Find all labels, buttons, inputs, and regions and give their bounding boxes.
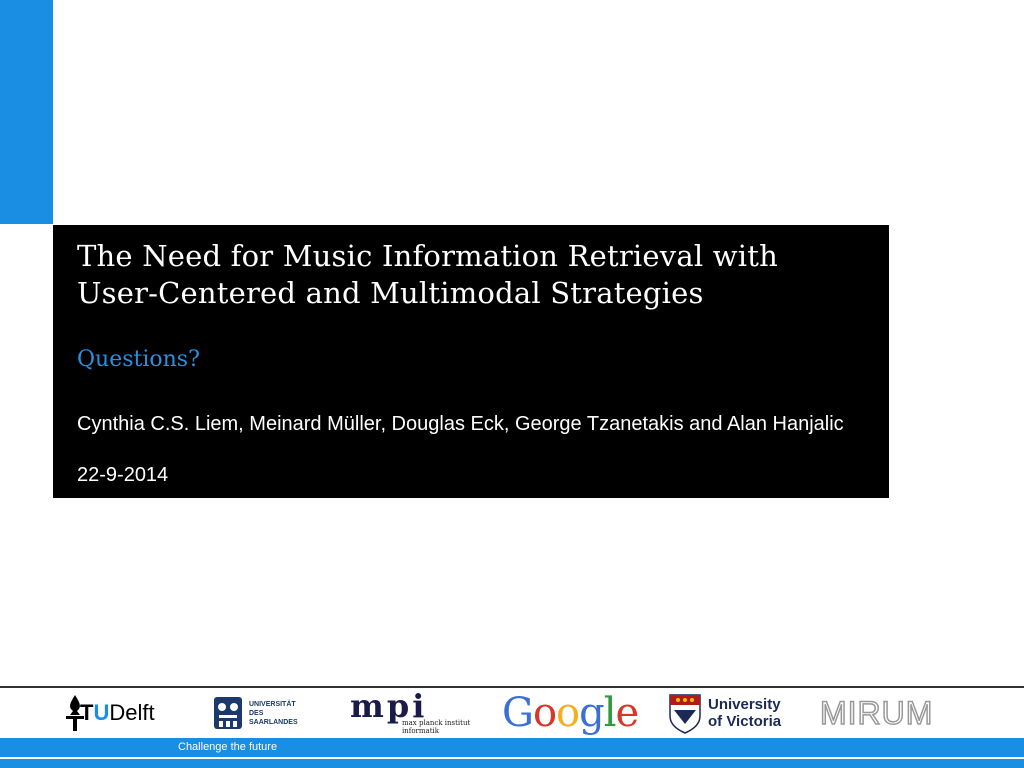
uvic-wordmark: University of Victoria bbox=[708, 696, 781, 730]
saarland-wordmark: UNIVERSITÄT DES SAARLANDES bbox=[249, 700, 298, 727]
saarland-line-3: SAARLANDES bbox=[249, 718, 298, 726]
google-letter-o1: o bbox=[532, 690, 557, 736]
tudelft-wordmark: TUDelft bbox=[80, 700, 155, 726]
saarland-line-1: UNIVERSITÄT bbox=[249, 700, 296, 708]
uvic-line-1: University bbox=[708, 696, 781, 713]
google-letter-g2: g bbox=[579, 690, 605, 736]
uvic-line-2: of Victoria bbox=[708, 713, 782, 730]
tudelft-rest: Delft bbox=[109, 700, 155, 725]
mpi-mark: mpi max planck institut informatik bbox=[350, 687, 474, 735]
accent-bar bbox=[0, 0, 53, 224]
tudelft-logo: TUDelft bbox=[64, 690, 155, 736]
google-wordmark: Google bbox=[502, 690, 640, 736]
uvic-crest-icon bbox=[669, 694, 701, 734]
mirum-wordmark: MIRUM bbox=[819, 694, 934, 732]
saarland-seal-icon bbox=[214, 697, 242, 729]
title-line-1: The Need for Music Information Retrieval… bbox=[77, 239, 778, 273]
title-box: The Need for Music Information Retrieval… bbox=[53, 225, 889, 498]
tudelft-u: U bbox=[93, 700, 110, 725]
google-logo: Google bbox=[502, 688, 640, 738]
mirum-logo: MIRUM bbox=[819, 690, 934, 736]
date: 22-9-2014 bbox=[77, 464, 169, 486]
authors: Cynthia C.S. Liem, Meinard Müller, Dougl… bbox=[77, 413, 844, 435]
mpi-line-2: informatik bbox=[402, 727, 440, 735]
mpi-wordmark: max planck institut informatik bbox=[402, 719, 470, 735]
saarland-logo: UNIVERSITÄT DES SAARLANDES bbox=[212, 690, 298, 736]
footer-tagline: Challenge the future bbox=[178, 741, 278, 753]
google-letter-l: l bbox=[603, 690, 617, 736]
google-letter-g: G bbox=[502, 690, 534, 736]
footer-bar bbox=[0, 738, 1024, 768]
mpi-logo: mpi max planck institut informatik bbox=[350, 690, 474, 736]
footer-stripe bbox=[0, 757, 1024, 759]
mpi-line-1: max planck institut bbox=[402, 719, 471, 727]
slide-title: The Need for Music Information Retrieval… bbox=[77, 238, 865, 312]
google-letter-e: e bbox=[615, 690, 640, 736]
tudelft-t: T bbox=[80, 700, 94, 725]
saarland-line-2: DES bbox=[249, 709, 264, 717]
mpi-letters: mpi bbox=[350, 687, 428, 725]
slide-subtitle: Questions? bbox=[77, 347, 200, 372]
google-letter-o2: o bbox=[556, 690, 580, 736]
title-line-2: User-Centered and Multimodal Strategies bbox=[77, 276, 704, 310]
uvic-logo: University of Victoria bbox=[668, 690, 781, 736]
